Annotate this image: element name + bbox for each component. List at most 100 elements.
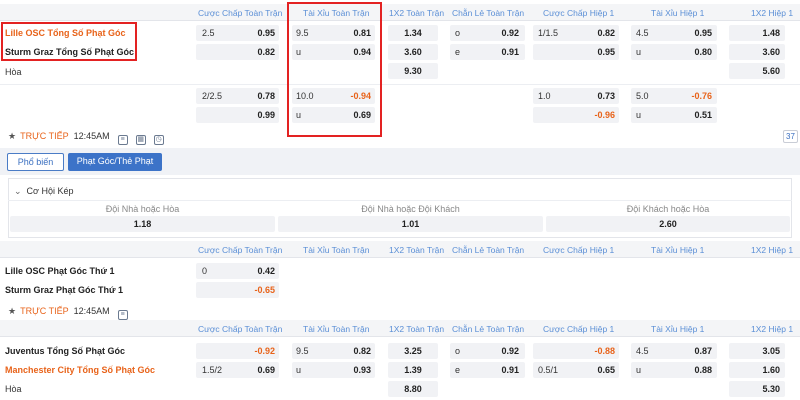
odds-header-row: Cược Chấp Toàn Trận Tài Xỉu Toàn Trận 1X… (0, 241, 800, 258)
oe-label: o (455, 346, 461, 356)
h1-ou-line: 4.5 (636, 346, 649, 356)
h1-1x2-odds: 5.30 (762, 384, 780, 394)
h1-1x2-odds: 5.60 (762, 66, 780, 76)
hcp-odds: -0.92 (254, 346, 275, 356)
h1-ou-odds: 0.80 (694, 47, 712, 57)
match-time: 12:45AM (73, 131, 110, 141)
double-chance-title: Cơ Hội Kép (26, 186, 74, 196)
h1-1x2-odds: 1.60 (762, 365, 780, 375)
col-header-hcp: Cược Chấp Toàn Trận (198, 8, 283, 18)
hcp-odds: -0.65 (254, 285, 275, 295)
away-team-name[interactable]: Sturm Graz Phạt Góc Thứ 1 (5, 285, 123, 295)
h1-1x2-odds: 1.48 (762, 28, 780, 38)
1x2-odds: 3.60 (404, 47, 422, 57)
chevron-down-icon: ⌄ (14, 186, 22, 196)
draw-label: Hòa (5, 384, 22, 394)
h1-ou-line: 5.0 (636, 91, 649, 101)
tab-popular[interactable]: Phổ biến (7, 153, 64, 171)
col-header-h1-ou: Tài Xỉu Hiệp 1 (651, 8, 705, 18)
hcp-odds: 0.42 (257, 266, 275, 276)
col-header-h1-ou: Tài Xỉu Hiệp 1 (651, 324, 705, 334)
ou-odds: 0.93 (353, 365, 371, 375)
1x2-odds: 9.30 (404, 66, 422, 76)
home-team-name[interactable]: Juventus Tổng Số Phạt Góc (5, 346, 125, 356)
col-header-h1-1x2: 1X2 Hiệp 1 (751, 324, 794, 334)
dc-home-or-away-label: Đội Nhà hoặc Đội Khách (361, 204, 460, 214)
col-header-h1-1x2: 1X2 Hiệp 1 (751, 245, 794, 255)
hcp-line: 2/2.5 (202, 91, 223, 101)
col-header-h1-hcp: Cược Chấp Hiệp 1 (543, 8, 615, 18)
col-header-ou: Tài Xỉu Toàn Trận (303, 245, 370, 255)
h1-hcp-odds: -0.96 (594, 110, 615, 120)
ou-line: 9.5 (296, 346, 309, 356)
live-status-bar: ★ TRỰC TIẾP 12:45AM ≡ ▦ ◷ (8, 131, 164, 145)
col-header-h1-ou: Tài Xỉu Hiệp 1 (651, 245, 705, 255)
double-chance-header[interactable]: ⌄ Cơ Hội Kép (14, 186, 73, 197)
col-header-h1-hcp: Cược Chấp Hiệp 1 (543, 245, 615, 255)
stats-icon[interactable]: ≡ (117, 135, 128, 145)
hcp-odds: 0.69 (257, 365, 275, 375)
ou-odds: 0.82 (353, 346, 371, 356)
col-header-hcp: Cược Chấp Toàn Trận (198, 245, 283, 255)
star-icon[interactable]: ★ (8, 131, 16, 141)
oe-label: e (455, 47, 461, 57)
hcp-line: 1.5/2 (202, 365, 223, 375)
highlight-box-ou-column (287, 2, 382, 137)
h1-ou-label: u (636, 47, 642, 57)
panel-divider (8, 200, 792, 201)
highlight-box-teams (1, 22, 137, 61)
h1-ou-label: u (636, 110, 642, 120)
hcp-line: 0 (202, 266, 208, 276)
h1-hcp-odds: 0.65 (597, 365, 615, 375)
market-count-badge[interactable]: 37 (783, 130, 798, 143)
h1-hcp-line: 1/1.5 (538, 28, 559, 38)
h1-1x2-odds: 3.60 (762, 47, 780, 57)
col-header-1x2: 1X2 Toàn Trận (389, 324, 445, 334)
oe-label: e (455, 365, 461, 375)
home-team-name[interactable]: Lille OSC Phạt Góc Thứ 1 (5, 266, 115, 276)
oe-odds: 0.91 (501, 365, 519, 375)
h1-ou-label: u (636, 365, 642, 375)
tab-corners-cards[interactable]: Phạt Góc/Thẻ Phạt (68, 153, 162, 171)
match-time: 12:45AM (73, 306, 110, 316)
star-icon[interactable]: ★ (8, 306, 16, 316)
1x2-odds: 8.80 (404, 384, 422, 394)
clock-icon[interactable]: ◷ (153, 135, 164, 145)
h1-ou-line: 4.5 (636, 28, 649, 38)
dc-away-or-draw-label: Đội Khách hoặc Hòa (626, 204, 710, 214)
h1-hcp-odds: 0.73 (597, 91, 615, 101)
col-header-oe: Chẵn Lẻ Toàn Trận (452, 8, 525, 18)
col-header-h1-hcp: Cược Chấp Hiệp 1 (543, 324, 615, 334)
dc-home-or-draw-label: Đội Nhà hoặc Hòa (105, 204, 180, 214)
dc-away-or-draw-odds: 2.60 (659, 219, 677, 229)
draw-label: Hòa (5, 67, 22, 77)
live-label: TRỰC TIẾP (20, 131, 69, 141)
h1-ou-odds: 0.88 (694, 365, 712, 375)
col-header-oe: Chẵn Lẻ Toàn Trận (452, 245, 525, 255)
market-count: 37 (786, 132, 795, 141)
odds-header-row: Cược Chấp Toàn Trận Tài Xỉu Toàn Trận 1X… (0, 320, 800, 337)
live-label: TRỰC TIẾP (20, 306, 69, 316)
calendar-icon[interactable]: ▦ (135, 135, 146, 145)
odds-header-row: Cược Chấp Toàn Trận Tài Xỉu Toàn Trận 1X… (0, 4, 800, 21)
ou-label: u (296, 365, 302, 375)
h1-hcp-odds: 0.82 (597, 28, 615, 38)
h1-hcp-odds: 0.95 (597, 47, 615, 57)
stats-icon[interactable]: ≡ (117, 310, 128, 320)
hcp-odds: 0.95 (257, 28, 275, 38)
oe-odds: 0.92 (501, 28, 519, 38)
oe-odds: 0.91 (501, 47, 519, 57)
h1-ou-odds: 0.95 (694, 28, 712, 38)
h1-hcp-line: 0.5/1 (538, 365, 559, 375)
h1-ou-odds: 0.51 (694, 110, 712, 120)
away-team-name[interactable]: Manchester City Tổng Số Phạt Góc (5, 365, 155, 375)
h1-hcp-odds: -0.88 (594, 346, 615, 356)
live-status-bar: ★ TRỰC TIẾP 12:45AM ≡ (8, 306, 128, 320)
dc-home-or-away-odds: 1.01 (401, 219, 420, 229)
oe-label: o (455, 28, 461, 38)
row-divider (0, 84, 800, 85)
h1-1x2-odds: 3.05 (762, 346, 780, 356)
h1-hcp-line: 1.0 (538, 91, 551, 101)
h1-ou-odds: 0.87 (694, 346, 712, 356)
h1-ou-odds: -0.76 (691, 91, 712, 101)
